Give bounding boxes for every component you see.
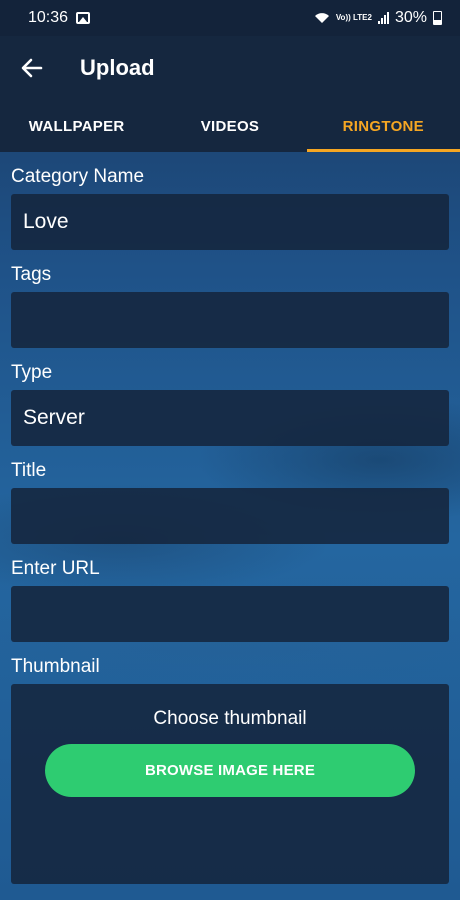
back-button[interactable] bbox=[0, 36, 64, 100]
thumbnail-box[interactable]: Choose thumbnail BROWSE IMAGE HERE bbox=[11, 684, 449, 884]
url-label: Enter URL bbox=[11, 558, 100, 579]
category-field[interactable]: Love bbox=[11, 194, 449, 250]
wifi-icon bbox=[314, 13, 329, 23]
signal-icon bbox=[377, 12, 389, 24]
tags-field[interactable] bbox=[11, 292, 449, 348]
gallery-notification-icon bbox=[76, 12, 91, 24]
thumbnail-label: Thumbnail bbox=[11, 656, 100, 677]
battery-percent: 30% bbox=[394, 9, 427, 26]
type-field[interactable]: Server bbox=[11, 390, 449, 446]
type-label: Type bbox=[11, 362, 53, 383]
tab-ringtone[interactable]: RINGTONE bbox=[306, 100, 460, 152]
url-field[interactable] bbox=[11, 586, 449, 642]
upload-form: Category Name Love Tags Type Server Titl… bbox=[11, 152, 449, 884]
app-bar: Upload bbox=[0, 36, 460, 100]
category-label: Category Name bbox=[11, 166, 145, 187]
status-bar: 10:36 Vo)) LTE2 30% bbox=[0, 0, 460, 36]
tags-label: Tags bbox=[11, 264, 52, 285]
thumbnail-caption: Choose thumbnail bbox=[153, 708, 307, 729]
browse-image-button[interactable]: BROWSE IMAGE HERE bbox=[45, 744, 415, 797]
page-title: Upload bbox=[80, 55, 155, 80]
arrow-left-icon bbox=[21, 58, 43, 78]
tab-wallpaper[interactable]: WALLPAPER bbox=[0, 100, 153, 152]
tab-videos[interactable]: VIDEOS bbox=[153, 100, 306, 152]
title-field[interactable] bbox=[11, 488, 449, 544]
status-time: 10:36 bbox=[28, 9, 69, 26]
battery-icon bbox=[433, 11, 442, 25]
network-type: Vo)) LTE2 bbox=[335, 13, 372, 22]
title-label: Title bbox=[11, 460, 47, 481]
tab-bar: WALLPAPER VIDEOS RINGTONE bbox=[0, 100, 460, 152]
